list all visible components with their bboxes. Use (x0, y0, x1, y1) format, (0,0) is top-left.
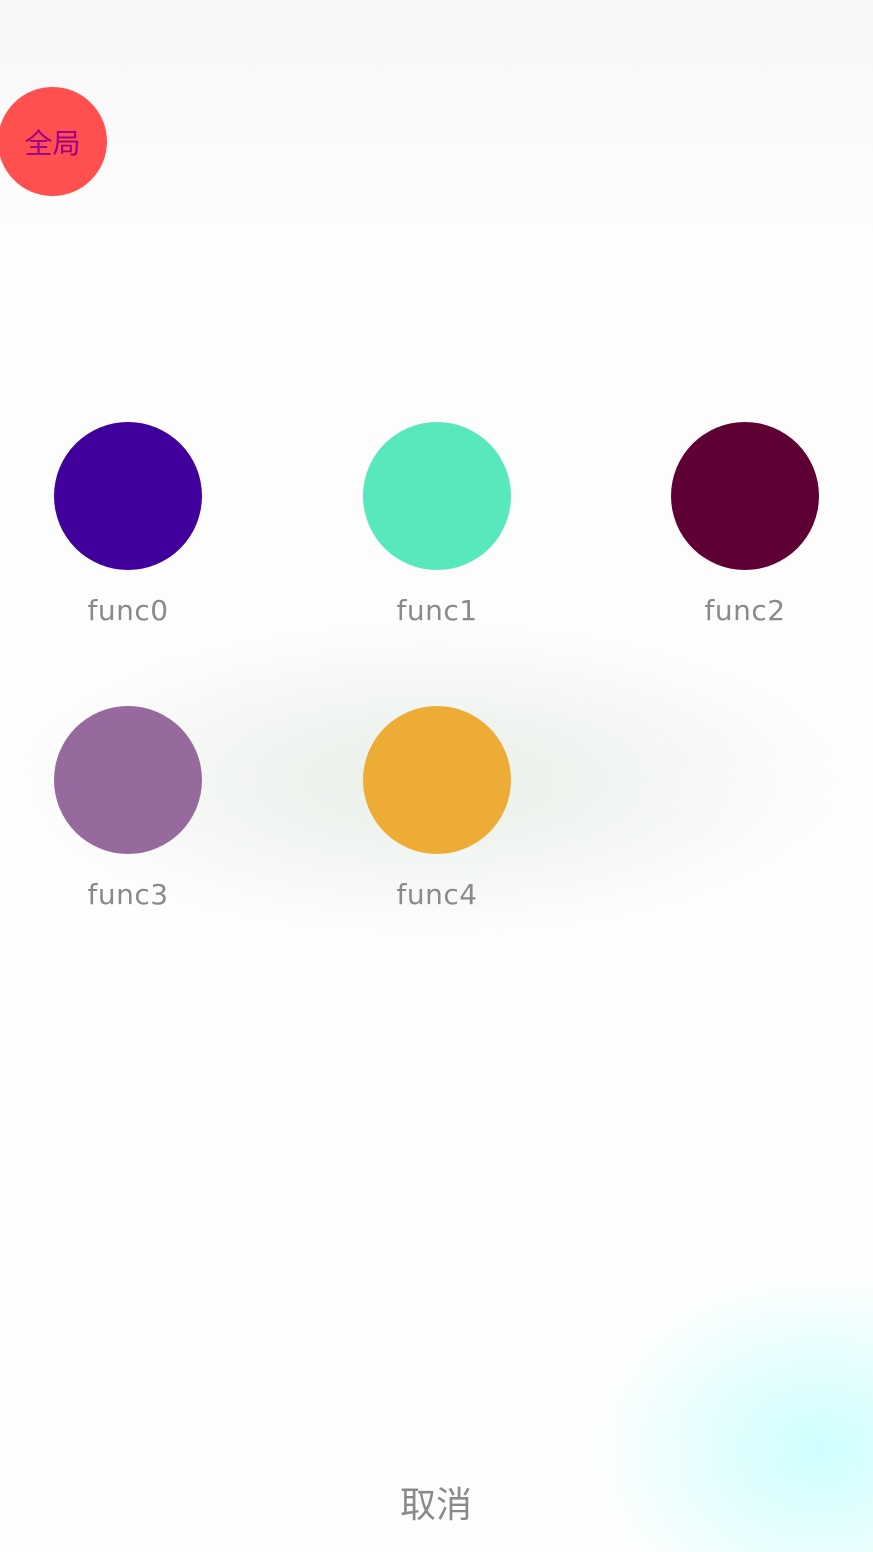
func-item-3[interactable]: func3 (28, 706, 228, 926)
func-label: func1 (396, 594, 478, 627)
global-badge-button[interactable]: 全局 (0, 87, 107, 196)
func-icon (363, 422, 511, 570)
func-label: func2 (704, 594, 786, 627)
global-badge-label: 全局 (24, 126, 81, 160)
func-icon (671, 422, 819, 570)
func-icon (54, 422, 202, 570)
cancel-button[interactable]: 取消 (336, 1476, 536, 1536)
func-item-1[interactable]: func1 (337, 422, 537, 642)
func-label: func4 (396, 878, 478, 911)
func-label: func0 (87, 594, 169, 627)
func-item-0[interactable]: func0 (28, 422, 228, 642)
func-icon (363, 706, 511, 854)
func-item-4[interactable]: func4 (337, 706, 537, 926)
func-label: func3 (87, 878, 169, 911)
func-item-2[interactable]: func2 (645, 422, 845, 642)
func-icon (54, 706, 202, 854)
